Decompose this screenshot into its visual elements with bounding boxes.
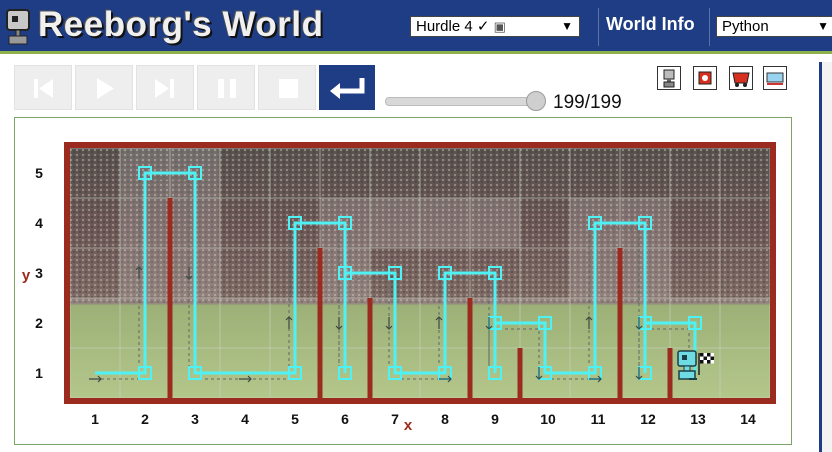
return-button[interactable] (319, 65, 375, 110)
flag-square (710, 356, 714, 360)
grid-cell-highlight (470, 198, 520, 248)
x-tick-label: 9 (491, 411, 499, 427)
robot-face-icon: ▣ (493, 19, 506, 34)
weather-tool-button[interactable] (763, 66, 787, 90)
flag-square (703, 353, 707, 357)
run-button[interactable] (75, 65, 133, 110)
flag-square (700, 353, 704, 357)
world-select[interactable]: Hurdle 4 ✓ ▣ ▼ (410, 16, 580, 37)
flag-square (703, 356, 707, 360)
flag-square (707, 353, 711, 357)
chevron-down-icon: ▼ (561, 19, 573, 33)
reeborg-logo-icon (6, 9, 30, 45)
flag-square (700, 360, 704, 364)
wall-edit-icon (732, 72, 750, 87)
grid-cell-highlight (70, 298, 120, 348)
divider (598, 8, 599, 46)
robot-icon (663, 69, 675, 88)
y-axis-label: y (22, 267, 31, 284)
stop-icon (279, 79, 298, 98)
hurdle-wall (467, 298, 473, 398)
x-tick-label: 4 (241, 411, 249, 427)
grid-cell-highlight (720, 298, 770, 348)
grid-cell-highlight (370, 198, 420, 248)
x-tick-label: 5 (291, 411, 299, 427)
flag-square (700, 356, 704, 360)
reload-button[interactable] (14, 65, 72, 110)
world-canvas: 1 2 3 4 5 6 7 8 9 10 11 12 13 1412345xy (22, 142, 776, 434)
x-tick-label: 10 (540, 411, 556, 427)
world-info-button[interactable]: World Info (606, 14, 695, 35)
language-select-value: Python (722, 18, 769, 35)
x-tick-label: 2 (141, 411, 149, 427)
x-tick-label: 1 (91, 411, 99, 427)
grid-cell-highlight (420, 198, 470, 248)
hurdle-wall (517, 348, 523, 398)
play-icon (97, 78, 114, 99)
robot-icon (677, 350, 697, 380)
x-tick-label: 12 (640, 411, 656, 427)
hurdle-wall (367, 298, 373, 398)
speed-slider[interactable] (385, 97, 542, 106)
flag-square (707, 360, 711, 364)
flag-square (710, 353, 714, 357)
world-panel: 1 2 3 4 5 6 7 8 9 10 11 12 13 14 1 2 3 4 5 x y (14, 117, 792, 445)
flag-square (703, 360, 707, 364)
x-tick-label: 6 (341, 411, 349, 427)
hurdle-wall (667, 348, 673, 398)
object-tool-button[interactable] (693, 66, 717, 90)
return-arrow-icon (330, 78, 365, 99)
robot-tool-button[interactable] (657, 66, 681, 90)
y-tick-label: 3 (35, 265, 43, 281)
x-tick-label: 7 (391, 411, 399, 427)
stop-button[interactable] (258, 65, 316, 110)
grid-cell-highlight (220, 298, 270, 348)
y-tick-label: 1 (35, 365, 43, 381)
language-select[interactable]: Python ▼ (716, 16, 832, 37)
x-axis-label: x (404, 417, 413, 434)
side-panel-scrollbar[interactable] (822, 62, 832, 452)
weather-icon (766, 72, 784, 85)
chevron-down-icon: ▼ (817, 19, 829, 33)
y-tick-label: 4 (35, 215, 43, 231)
flag-square (707, 356, 711, 360)
x-tick-label: 3 (191, 411, 199, 427)
x-tick-label: 11 (591, 411, 606, 427)
pause-icon (218, 79, 236, 98)
step-forward-icon (155, 79, 174, 98)
divider (709, 8, 710, 46)
top-bar: Reeborg's World Hurdle 4 ✓ ▣ ▼ World Inf… (0, 0, 832, 54)
grid-cell-highlight (720, 348, 770, 398)
object-icon (698, 71, 712, 85)
hurdle-wall (317, 248, 323, 398)
x-tick-label: 14 (740, 411, 756, 427)
flag-square (710, 360, 714, 364)
x-tick-label: 8 (441, 411, 449, 427)
hurdle-wall (167, 198, 173, 398)
y-tick-label: 2 (35, 315, 43, 331)
step-counter: 199/199 (553, 92, 622, 113)
step-button[interactable] (136, 65, 194, 110)
world-edit-tool-button[interactable] (729, 66, 753, 90)
pause-button[interactable] (197, 65, 255, 110)
x-tick-label: 13 (690, 411, 706, 427)
app-title: Reeborg's World (38, 5, 324, 44)
world-select-value: Hurdle 4 ✓ (416, 18, 490, 35)
y-tick-label: 5 (35, 165, 43, 181)
skip-back-icon (34, 79, 53, 98)
hurdle-wall (617, 248, 623, 398)
speed-slider-thumb[interactable] (525, 91, 546, 111)
